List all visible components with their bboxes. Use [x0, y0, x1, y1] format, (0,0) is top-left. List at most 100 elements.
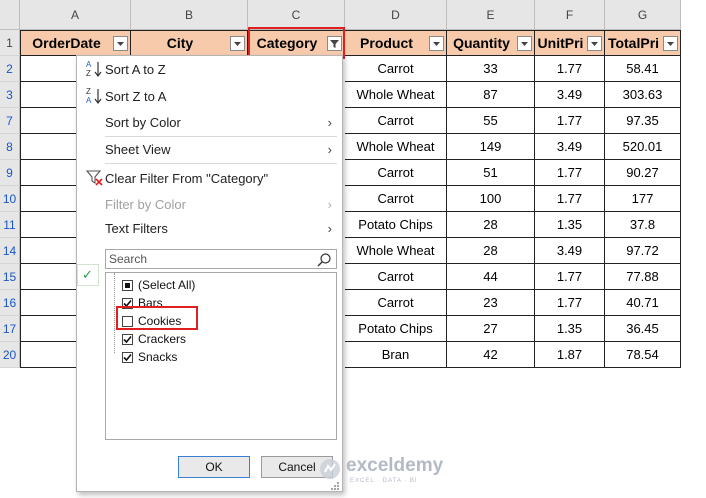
- row-header[interactable]: 8: [0, 134, 20, 160]
- table-cell[interactable]: Bran: [345, 342, 447, 368]
- column-header[interactable]: A: [20, 0, 131, 30]
- table-cell[interactable]: 149: [447, 134, 535, 160]
- header-cell[interactable]: City: [131, 30, 248, 56]
- table-cell[interactable]: 1.35: [535, 316, 605, 342]
- sort-a-to-z-item[interactable]: A Z Sort A to Z: [77, 57, 342, 81]
- table-cell[interactable]: 3.49: [535, 238, 605, 264]
- table-cell[interactable]: 1.77: [535, 264, 605, 290]
- filter-value-list: (Select All) Bars Cookies Crackers Snacks: [105, 272, 337, 440]
- row-header[interactable]: 10: [0, 186, 20, 212]
- table-cell[interactable]: 97.72: [605, 238, 681, 264]
- table-cell[interactable]: 1.77: [535, 108, 605, 134]
- header-label: TotalPri: [607, 35, 660, 51]
- filter-by-color-item[interactable]: Filter by Color ›: [77, 192, 342, 216]
- table-cell[interactable]: Whole Wheat: [345, 134, 447, 160]
- table-cell[interactable]: 1.87: [535, 342, 605, 368]
- column-header[interactable]: F: [535, 0, 605, 30]
- table-cell[interactable]: Carrot: [345, 186, 447, 212]
- text-filters-item[interactable]: Text Filters ›: [77, 216, 342, 240]
- table-cell[interactable]: 90.27: [605, 160, 681, 186]
- header-cell[interactable]: Product: [345, 30, 447, 56]
- table-cell[interactable]: Carrot: [345, 290, 447, 316]
- table-cell[interactable]: 55: [447, 108, 535, 134]
- row-header[interactable]: 2: [0, 56, 20, 82]
- row-header[interactable]: 9: [0, 160, 20, 186]
- table-cell[interactable]: 303.63: [605, 82, 681, 108]
- row-header[interactable]: 20: [0, 342, 20, 368]
- filter-dropdown-button[interactable]: [663, 36, 678, 51]
- row-header[interactable]: 16: [0, 290, 20, 316]
- table-cell[interactable]: Whole Wheat: [345, 238, 447, 264]
- table-cell[interactable]: 78.54: [605, 342, 681, 368]
- table-cell[interactable]: 28: [447, 238, 535, 264]
- filter-search-input[interactable]: Search: [105, 249, 337, 269]
- table-cell[interactable]: 3.49: [535, 134, 605, 160]
- table-cell[interactable]: 58.41: [605, 56, 681, 82]
- table-cell[interactable]: 1.77: [535, 290, 605, 316]
- column-header[interactable]: B: [131, 0, 248, 30]
- table-cell[interactable]: 28: [447, 212, 535, 238]
- column-header[interactable]: G: [605, 0, 681, 30]
- table-cell[interactable]: 37.8: [605, 212, 681, 238]
- table-cell[interactable]: Carrot: [345, 56, 447, 82]
- sheet-view-item[interactable]: Sheet View ›: [77, 137, 342, 161]
- sort-z-to-a-item[interactable]: Z A Sort Z to A: [77, 84, 342, 108]
- table-cell[interactable]: 177: [605, 186, 681, 212]
- table-cell[interactable]: 87: [447, 82, 535, 108]
- filter-dropdown-button[interactable]: [429, 36, 444, 51]
- table-cell[interactable]: 97.35: [605, 108, 681, 134]
- row-header[interactable]: 7: [0, 108, 20, 134]
- table-cell[interactable]: Carrot: [345, 160, 447, 186]
- filter-list-item[interactable]: Snacks: [122, 348, 177, 366]
- checkbox[interactable]: [122, 279, 133, 291]
- column-header[interactable]: D: [345, 0, 447, 30]
- filter-list-item[interactable]: Crackers: [122, 330, 186, 348]
- table-cell[interactable]: 42: [447, 342, 535, 368]
- header-cell[interactable]: TotalPri: [605, 30, 681, 56]
- sort-by-color-item[interactable]: Sort by Color ›: [77, 110, 342, 134]
- table-cell[interactable]: 36.45: [605, 316, 681, 342]
- header-cell[interactable]: OrderDate: [20, 30, 131, 56]
- table-cell[interactable]: 33: [447, 56, 535, 82]
- table-cell[interactable]: Whole Wheat: [345, 82, 447, 108]
- row-header[interactable]: 3: [0, 82, 20, 108]
- header-cell[interactable]: Quantity: [447, 30, 535, 56]
- header-cell[interactable]: UnitPri: [535, 30, 605, 56]
- table-cell[interactable]: Potato Chips: [345, 316, 447, 342]
- row-header[interactable]: 17: [0, 316, 20, 342]
- filter-dropdown-button[interactable]: [517, 36, 532, 51]
- table-cell[interactable]: 1.77: [535, 186, 605, 212]
- table-cell[interactable]: 40.71: [605, 290, 681, 316]
- filter-dropdown-button[interactable]: [230, 36, 245, 51]
- filter-active-indicator: [77, 264, 99, 286]
- row-header[interactable]: 15: [0, 264, 20, 290]
- row-header[interactable]: 14: [0, 238, 20, 264]
- table-cell[interactable]: Carrot: [345, 108, 447, 134]
- row-header[interactable]: 11: [0, 212, 20, 238]
- column-header[interactable]: E: [447, 0, 535, 30]
- table-cell[interactable]: 1.77: [535, 160, 605, 186]
- filter-dropdown-button[interactable]: [113, 36, 128, 51]
- clear-filter-item[interactable]: Clear Filter From "Category": [77, 166, 342, 190]
- select-all-corner[interactable]: [0, 0, 20, 30]
- table-cell[interactable]: 100: [447, 186, 535, 212]
- table-cell[interactable]: 3.49: [535, 82, 605, 108]
- column-header[interactable]: C: [248, 0, 345, 30]
- table-cell[interactable]: 1.35: [535, 212, 605, 238]
- table-cell[interactable]: 23: [447, 290, 535, 316]
- checkbox[interactable]: [122, 351, 133, 363]
- ok-button[interactable]: OK: [178, 456, 250, 478]
- table-cell[interactable]: 77.88: [605, 264, 681, 290]
- table-cell[interactable]: 51: [447, 160, 535, 186]
- table-cell[interactable]: Potato Chips: [345, 212, 447, 238]
- filter-list-item[interactable]: (Select All): [122, 276, 195, 294]
- table-cell[interactable]: 27: [447, 316, 535, 342]
- table-cell[interactable]: 520.01: [605, 134, 681, 160]
- table-cell[interactable]: 44: [447, 264, 535, 290]
- header-label: Quantity: [453, 35, 510, 51]
- table-cell[interactable]: 1.77: [535, 56, 605, 82]
- row-header[interactable]: 1: [0, 30, 20, 56]
- table-cell[interactable]: Carrot: [345, 264, 447, 290]
- checkbox[interactable]: [122, 333, 133, 345]
- filter-dropdown-button[interactable]: [587, 36, 602, 51]
